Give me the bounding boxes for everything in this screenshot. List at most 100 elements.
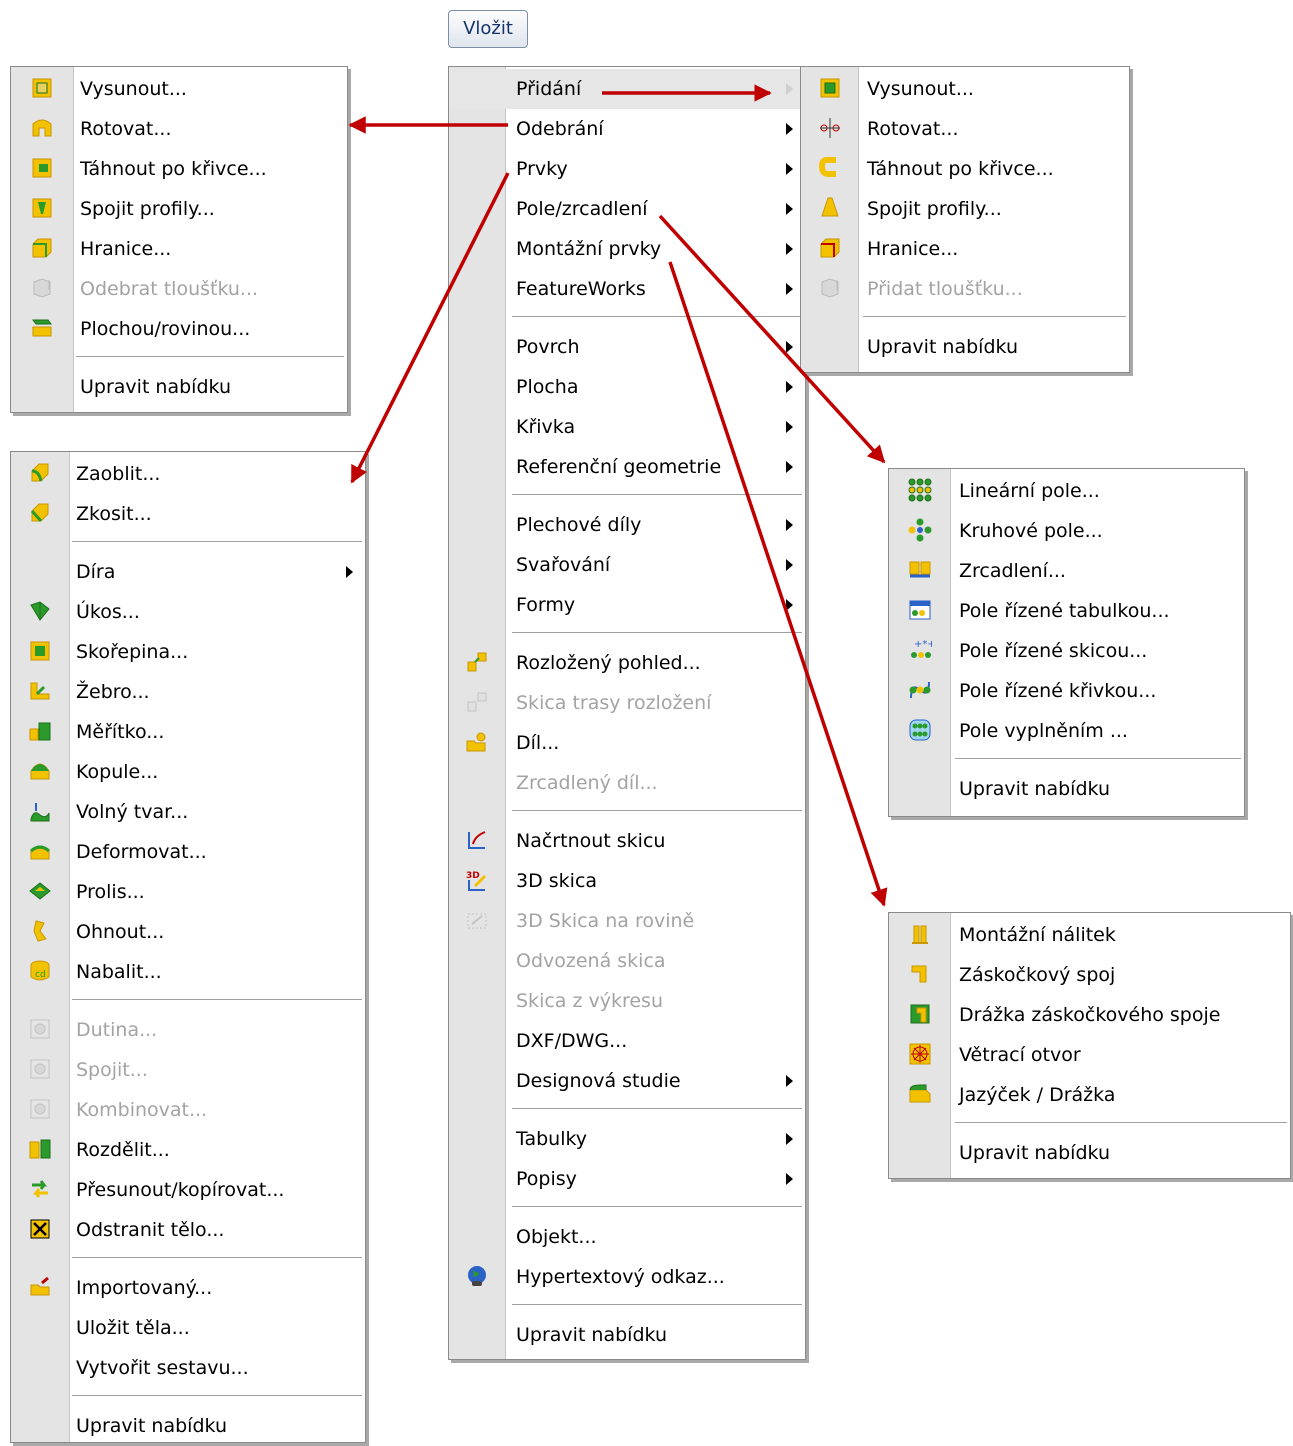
- menu-item-prvky[interactable]: Prvky: [449, 149, 805, 189]
- menu-item-formy[interactable]: Formy: [449, 585, 805, 625]
- menu-item-vytvorit-sestavu[interactable]: Vytvořit sestavu...: [11, 1348, 365, 1388]
- menu-item-nabalit[interactable]: cd Nabalit...: [11, 952, 365, 992]
- menu-item-spojit-profily[interactable]: Spojit profily...: [801, 189, 1129, 229]
- menu-item-upravit-nabidku[interactable]: Upravit nabídku: [801, 327, 1129, 367]
- menu-item-rozlozeny-pohled[interactable]: Rozložený pohled...: [449, 643, 805, 683]
- menu-item-odebrani[interactable]: Odebrání: [449, 109, 805, 149]
- menu-item-pole-rizene-krivkou[interactable]: Pole řízené křivkou...: [889, 671, 1244, 711]
- menu-item-zaoblit[interactable]: Zaoblit...: [11, 454, 365, 494]
- menu-item-spojit-profily[interactable]: Spojit profily...: [11, 189, 347, 229]
- menu-item-plechove-dily[interactable]: Plechové díly: [449, 505, 805, 545]
- menu-item-popisy[interactable]: Popisy: [449, 1159, 805, 1199]
- submenu-arrow-icon: [786, 83, 793, 95]
- menu-item-presunout-kopirovat[interactable]: Přesunout/kopírovat...: [11, 1170, 365, 1210]
- submenu-arrow-icon: [786, 461, 793, 473]
- menu-item-referencni-geometrie[interactable]: Referenční geometrie: [449, 447, 805, 487]
- menu-item-pole-rizene-skicou[interactable]: +*+ Pole řízené skicou...: [889, 631, 1244, 671]
- menu-item-label: Spojit profily...: [867, 198, 1002, 220]
- menu-item-upravit-nabidku[interactable]: Upravit nabídku: [11, 367, 347, 407]
- menu-item-ulozit-tela[interactable]: Uložit těla...: [11, 1308, 365, 1348]
- menu-item-kruhove-pole[interactable]: Kruhové pole...: [889, 511, 1244, 551]
- table-pattern-icon: [908, 598, 932, 622]
- menu-item-importovany[interactable]: Importovaný...: [11, 1268, 365, 1308]
- menu-item-hypertextovy-odkaz[interactable]: Hypertextový odkaz...: [449, 1257, 805, 1297]
- menu-item-label: Vysunout...: [867, 78, 974, 100]
- menu-item-objekt[interactable]: Objekt...: [449, 1217, 805, 1257]
- dome-icon: [28, 759, 52, 783]
- menu-item-upravit-nabidku[interactable]: Upravit nabídku: [889, 1133, 1290, 1173]
- menu-item-hranice[interactable]: Hranice...: [801, 229, 1129, 269]
- menu-item-ukos[interactable]: Úkos...: [11, 592, 365, 632]
- imported-icon: [28, 1275, 52, 1299]
- extruded-boss-icon: [818, 76, 842, 100]
- menu-item-tabulky[interactable]: Tabulky: [449, 1119, 805, 1159]
- menu-item-linearni-pole[interactable]: Lineární pole...: [889, 471, 1244, 511]
- menu-item-plocha[interactable]: Plocha: [449, 367, 805, 407]
- surface-cut-icon: [30, 316, 54, 340]
- menu-item-label: Drážka záskočkového spoje: [959, 1004, 1221, 1026]
- boundary-cut-icon: [30, 236, 54, 260]
- menu-item-plochou-rovinou[interactable]: Plochou/rovinou...: [11, 309, 347, 349]
- menu-item-label: Díra: [76, 561, 116, 583]
- menu-item-label: Pole vyplněním ...: [959, 720, 1128, 742]
- menu-item-vysunout[interactable]: Vysunout...: [11, 69, 347, 109]
- menu-item-dil[interactable]: Díl...: [449, 723, 805, 763]
- menu-item-dxf-dwg[interactable]: DXF/DWG...: [449, 1021, 805, 1061]
- menu-item-upravit-nabidku[interactable]: Upravit nabídku: [889, 769, 1244, 809]
- menu-item-odstranit-telo[interactable]: Odstranit tělo...: [11, 1210, 365, 1250]
- menu-item-tahnout-po-krivce[interactable]: Táhnout po křivce...: [801, 149, 1129, 189]
- menu-item-skorepina[interactable]: Skořepina...: [11, 632, 365, 672]
- menu-item-zebro[interactable]: Žebro...: [11, 672, 365, 712]
- menu-item-zaskockovy-spoj[interactable]: Záskočkový spoj: [889, 955, 1290, 995]
- wrap-icon: cd: [28, 959, 52, 983]
- submenu-arrow-icon: [786, 163, 793, 175]
- menu-item-label: Uložit těla...: [76, 1317, 190, 1339]
- submenu-arrow-icon: [786, 421, 793, 433]
- menu-item-montazni-nalitek[interactable]: Montážní nálitek: [889, 915, 1290, 955]
- menu-item-montazni-prvky[interactable]: Montážní prvky: [449, 229, 805, 269]
- menu-item-pridani[interactable]: Přidání: [449, 69, 805, 109]
- menu-item-rotovat[interactable]: Rotovat...: [11, 109, 347, 149]
- menu-item-jazycek-drazka[interactable]: Jazýček / Drážka: [889, 1075, 1290, 1115]
- menu-item-ohnout[interactable]: Ohnout...: [11, 912, 365, 952]
- thicken-cut-icon: [30, 276, 54, 300]
- menu-item-rozdelit[interactable]: Rozdělit...: [11, 1130, 365, 1170]
- menu-item-volny-tvar[interactable]: Volný tvar...: [11, 792, 365, 832]
- menu-item-pole-zrcadleni[interactable]: Pole/zrcadlení: [449, 189, 805, 229]
- menu-item-pole-vyplnenim[interactable]: Pole vyplněním ...: [889, 711, 1244, 751]
- menu-separator: [512, 316, 802, 320]
- menu-item-dira[interactable]: Díra: [11, 552, 365, 592]
- menu-item-designova-studie[interactable]: Designová studie: [449, 1061, 805, 1101]
- menu-item-skica-trasy-rozlozeni: Skica trasy rozložení: [449, 683, 805, 723]
- 3d-sketch-on-plane-icon: [465, 908, 489, 932]
- menu-item-meritko[interactable]: Měřítko...: [11, 712, 365, 752]
- menu-item-pole-rizene-tabulkou[interactable]: Pole řízené tabulkou...: [889, 591, 1244, 631]
- menu-item-tahnout-po-krivce[interactable]: Táhnout po křivce...: [11, 149, 347, 189]
- menu-item-vetraci-otvor[interactable]: Větrací otvor: [889, 1035, 1290, 1075]
- menu-item-nacrtnout-skicu[interactable]: Načrtnout skicu: [449, 821, 805, 861]
- menu-item-rotovat[interactable]: Rotovat...: [801, 109, 1129, 149]
- menu-item-svarovani[interactable]: Svařování: [449, 545, 805, 585]
- menu-item-zkosit[interactable]: Zkosit...: [11, 494, 365, 534]
- menu-item-upravit-nabidku[interactable]: Upravit nabídku: [449, 1315, 805, 1355]
- menu-item-deformovat[interactable]: Deformovat...: [11, 832, 365, 872]
- menu-item-label: Pole řízené křivkou...: [959, 680, 1157, 702]
- menu-item-3d-skica[interactable]: 3D 3D skica: [449, 861, 805, 901]
- menu-item-prolis[interactable]: Prolis...: [11, 872, 365, 912]
- menu-item-povrch[interactable]: Povrch: [449, 327, 805, 367]
- insert-menu-button[interactable]: Vložit: [448, 10, 528, 48]
- menu-item-kopule[interactable]: Kopule...: [11, 752, 365, 792]
- menu-item-label: Upravit nabídku: [76, 1415, 227, 1437]
- menu-item-zrcadleni[interactable]: Zrcadlení...: [889, 551, 1244, 591]
- menu-item-vysunout[interactable]: Vysunout...: [801, 69, 1129, 109]
- menu-item-krivka[interactable]: Křivka: [449, 407, 805, 447]
- menu-item-featureworks[interactable]: FeatureWorks: [449, 269, 805, 309]
- menu-item-odebrat-tloustku: Odebrat tloušťku...: [11, 269, 347, 309]
- sketch-icon: [465, 828, 489, 852]
- menu-item-hranice[interactable]: Hranice...: [11, 229, 347, 269]
- menu-item-label: Přidat tloušťku...: [867, 278, 1023, 300]
- menu-item-label: Žebro...: [76, 681, 150, 703]
- menu-item-drazka-zaskockoveho-spoje[interactable]: Drážka záskočkového spoje: [889, 995, 1290, 1035]
- menu-item-upravit-nabidku[interactable]: Upravit nabídku: [11, 1406, 365, 1446]
- menu-item-label: Objekt...: [516, 1226, 597, 1248]
